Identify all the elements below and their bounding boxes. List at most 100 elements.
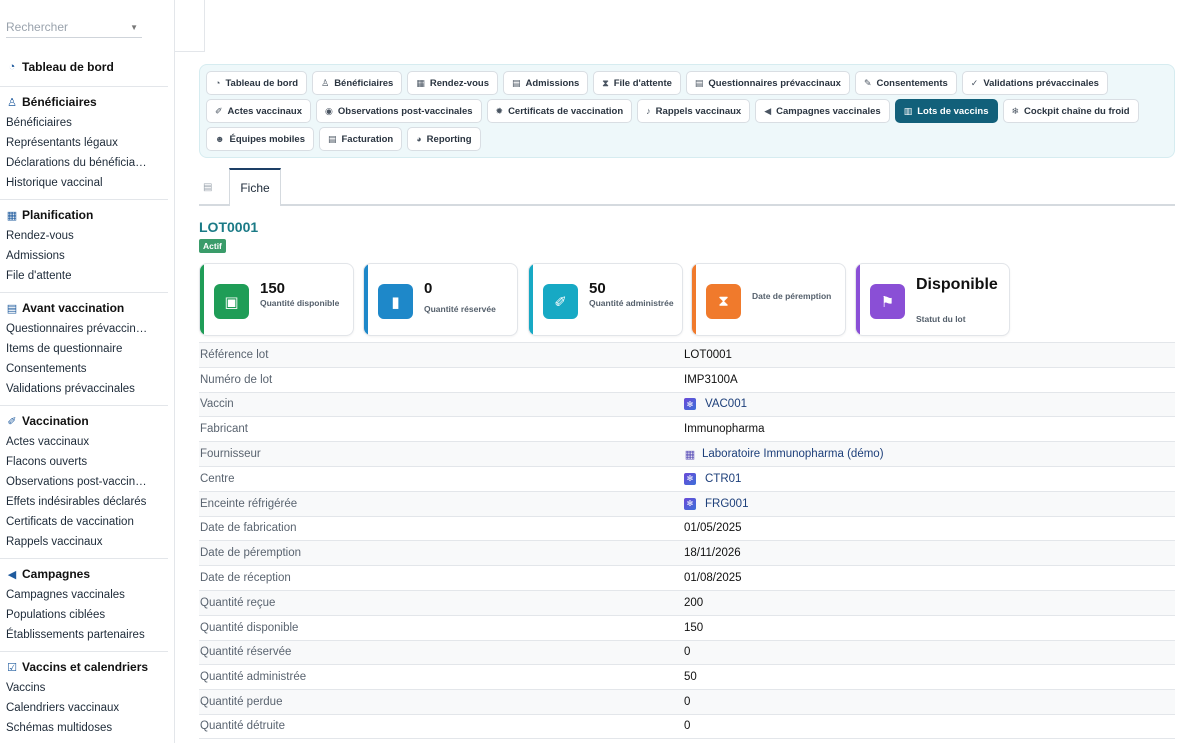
sidebar-item-items-de-questionnaire[interactable]: Items de questionnaire [0, 339, 168, 359]
chevron-down-icon[interactable]: ▼ [130, 23, 138, 32]
detail-value: 50 [684, 671, 697, 683]
syringe-icon: ✐ [215, 105, 223, 116]
checkbox-icon: ☑ [7, 661, 17, 674]
detail-row: Quantité disponible 150 [199, 614, 1175, 640]
sidebar-section-label: Avant vaccination [22, 301, 125, 315]
sidebar-item-admissions[interactable]: Admissions [0, 246, 168, 266]
detail-value[interactable]: ✻ VAC001 [684, 398, 747, 411]
sidebar-item-validations-prevaccinales[interactable]: Validations prévaccinales [0, 379, 168, 399]
menu-button-beneficiaires[interactable]: ♙ Bénéficiaires [312, 71, 403, 95]
menu-button-observations-post-vaccinales[interactable]: ◉ Observations post-vaccinales [316, 99, 482, 123]
detail-row: Fournisseur ▦ Laboratoire Immunopharma (dé… [199, 441, 1175, 466]
search-input[interactable]: Rechercher ▼ [6, 18, 142, 38]
menu-button-campagnes-vaccinales[interactable]: ◀ Campagnes vaccinales [755, 99, 890, 123]
detail-row: Numéro de lot IMP3100A [199, 366, 1175, 392]
sidebar-item-file-d-attente[interactable]: File d'attente [0, 266, 168, 286]
sidebar-item-consentements[interactable]: Consentements [0, 359, 168, 379]
sidebar-item-effets-indesirables-declares[interactable]: Effets indésirables déclarés [0, 492, 168, 512]
detail-value[interactable]: ▦ Laboratoire Immunopharma (démo) [684, 448, 884, 461]
detail-label: Centre [200, 472, 235, 485]
sidebar-section-title[interactable]: ☑ Vaccins et calendriers [0, 656, 168, 678]
detail-table: Référence lot LOT0001 Numéro de lot IMP3100… [199, 342, 1175, 739]
menu-button-reporting[interactable]: ◕ Reporting [407, 127, 481, 151]
kpi-card: ▮ 0 Quantité réservée [363, 263, 518, 336]
detail-row: Référence lot LOT0001 [199, 342, 1175, 367]
detail-row: Date de réception 01/08/2025 [199, 565, 1175, 590]
menu-button-facturation[interactable]: ▤ Facturation [318, 127, 403, 151]
detail-label: Quantité perdue [200, 696, 283, 709]
menu-button-cockpit-chaine-du-froid[interactable]: ❄ Cockpit chaîne du froid [1002, 99, 1139, 123]
sidebar-section-title[interactable]: ▦ Planification [0, 204, 168, 226]
sidebar-item-schemas-multidoses[interactable]: Schémas multidoses [0, 718, 168, 738]
detail-value: Immunopharma [684, 423, 765, 435]
menu-button-lots-de-vaccins[interactable]: ▥ Lots de vaccins [894, 99, 998, 123]
sidebar-item-rappels-vaccinaux[interactable]: Rappels vaccinaux [0, 532, 168, 552]
detail-value-text: 150 [684, 621, 704, 634]
sidebar-section-title[interactable]: ♙ Bénéficiaires [0, 91, 168, 113]
top-corner-panel [175, 0, 205, 52]
sidebar-item-calendriers-vaccinaux[interactable]: Calendriers vaccinaux [0, 698, 168, 718]
sidebar-section-title[interactable]: ✐ Vaccination [0, 410, 168, 432]
detail-value-text: IMP3100A [684, 373, 738, 386]
barcode-icon: ▥ [903, 105, 913, 116]
sidebar-item-flacons-ouverts[interactable]: Flacons ouverts [0, 452, 168, 472]
menu-button-label: File d'attente [613, 77, 672, 89]
menu-button-admissions[interactable]: ▤ Admissions [502, 71, 589, 95]
detail-row: Date de fabrication 01/05/2025 [199, 515, 1175, 541]
menu-button-certificats-de-vaccination[interactable]: ✹ Certificats de vaccination [486, 99, 633, 123]
menu-button-label: Questionnaires prévaccinaux [708, 77, 841, 89]
menu-button-rendez-vous[interactable]: ▦ Rendez-vous [407, 71, 498, 95]
sidebar-item-actes-vaccinaux[interactable]: Actes vaccinaux [0, 432, 168, 452]
sidebar-item-observations-post-vaccin[interactable]: Observations post-vaccin… [0, 472, 168, 492]
kpi-card: ⚑ Disponible Statut du lot [855, 263, 1010, 336]
sidebar-item-certificats-de-vaccination[interactable]: Certificats de vaccination [0, 512, 168, 532]
detail-value[interactable]: ✻ FRG001 [684, 497, 748, 510]
detail-row: Quantité détruite 0 [199, 713, 1175, 739]
sidebar-item-declarations-du-beneficia[interactable]: Déclarations du bénéficia… [0, 153, 168, 173]
menu-button-label: Reporting [426, 133, 472, 145]
menu-button-rappels-vaccinaux[interactable]: ♪ Rappels vaccinaux [637, 99, 751, 123]
menu-button-validations-prevaccinales[interactable]: ✓ Validations prévaccinales [961, 71, 1108, 95]
sidebar-item-beneficiaires[interactable]: Bénéficiaires [0, 113, 168, 133]
detail-label: Date de réception [200, 572, 291, 585]
sidebar-item-dashboard[interactable]: ◔ Tableau de bord [0, 56, 168, 78]
detail-value[interactable]: ✻ CTR01 [684, 472, 741, 485]
menu-button-tableau-de-bord[interactable]: ◔ Tableau de bord [206, 71, 308, 95]
sidebar-item-etablissements-partenaires[interactable]: Établissements partenaires [0, 625, 168, 645]
sidebar-item-vaccins[interactable]: Vaccins [0, 678, 168, 698]
menu-row: ◔ Tableau de bord ♙ Bénéficiaires ▦ Rendez-vo… [206, 71, 1168, 95]
module-menu: ◔ Tableau de bord ♙ Bénéficiaires ▦ Rendez-vo… [199, 64, 1175, 158]
sidebar-item-campagnes-vaccinales[interactable]: Campagnes vaccinales [0, 585, 168, 605]
sidebar-section-vaccination: ✐ Vaccination Actes vaccinaux Flacons ouver… [0, 406, 168, 559]
menu-button-label: Bénéficiaires [334, 77, 394, 89]
search-placeholder: Rechercher [6, 20, 69, 34]
sidebar-item-historique-vaccinal[interactable]: Historique vaccinal [0, 173, 168, 193]
sidebar-section-label: Bénéficiaires [22, 95, 97, 109]
menu-button-file-d-attente[interactable]: ⧗ File d'attente [593, 71, 681, 95]
detail-row: Quantité perdue 0 [199, 689, 1175, 714]
menu-button-actes-vaccinaux[interactable]: ✐ Actes vaccinaux [206, 99, 312, 123]
detail-value-text: 0 [684, 696, 691, 709]
detail-value-text: 01/08/2025 [684, 572, 742, 585]
calendar-icon: ▦ [6, 209, 18, 222]
sidebar-section-title[interactable]: ▤ Avant vaccination [0, 297, 168, 319]
sidebar-item-questionnaires-prevaccin[interactable]: Questionnaires prévaccin… [0, 319, 168, 339]
eye-icon: ◉ [325, 105, 333, 116]
detail-label: Enceinte réfrigérée [200, 497, 298, 510]
kpi-accent-bar [364, 264, 368, 335]
sidebar-item-representants-legaux[interactable]: Représentants légaux [0, 133, 168, 153]
sidebar-section-vaccins-et-calendriers: ☑ Vaccins et calendriers Vaccins Calendrier… [0, 652, 168, 743]
tab-fiche[interactable]: Fiche [229, 168, 281, 206]
menu-button-equipes-mobiles[interactable]: ☻ Équipes mobiles [206, 127, 314, 151]
boxes-icon: ▣ [214, 284, 249, 319]
menu-button-consentements[interactable]: ✎ Consentements [854, 71, 957, 95]
sidebar-section-title[interactable]: ◀ Campagnes [0, 563, 168, 585]
detail-value: 0 [684, 696, 690, 708]
list-icon[interactable]: ▤ [203, 182, 215, 193]
sidebar-item-rendez-vous[interactable]: Rendez-vous [0, 226, 168, 246]
megaphone-icon: ◀ [7, 568, 17, 581]
kpi-label: Quantité disponible [260, 298, 340, 308]
sidebar-item-populations-ciblees[interactable]: Populations ciblées [0, 605, 168, 625]
menu-button-questionnaires-prevaccinaux[interactable]: ▤ Questionnaires prévaccinaux [685, 71, 850, 95]
detail-value-text: 18/11/2026 [684, 547, 741, 560]
